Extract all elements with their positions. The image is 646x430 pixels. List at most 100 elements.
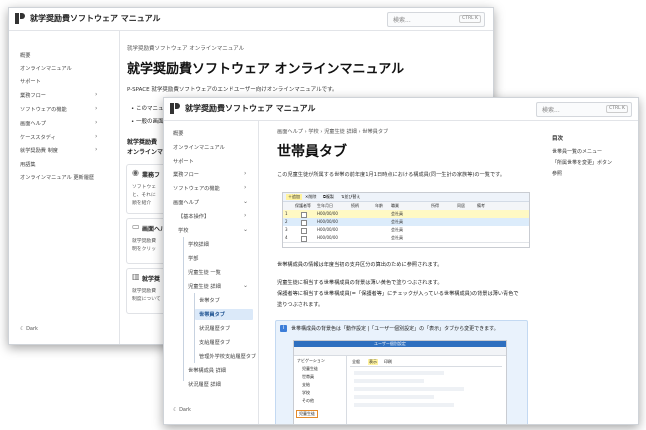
table-cell: 4 (285, 235, 288, 240)
table-header-cell: 続柄 (351, 203, 359, 208)
table-cell: 会社員 (391, 211, 403, 216)
toolbar-button[interactable]: ＋追加 (286, 194, 302, 200)
back-breadcrumb[interactable]: 就学奨励費ソフトウェア オンラインマニュアル (127, 44, 244, 52)
tree-item[interactable]: 児童生徒 (302, 366, 318, 372)
breadcrumb-item[interactable]: 児童生徒 詳細 (324, 129, 357, 135)
chevron-right-icon[interactable]: › (95, 105, 97, 112)
sidebar-item[interactable]: サポート (173, 158, 194, 165)
form-row (354, 387, 464, 391)
para-3b: 塗りつぶされます。 (277, 302, 324, 308)
sidebar-item-active[interactable]: 世帯員タブ (199, 311, 225, 318)
back-sidebar-item[interactable]: 業務フロー (20, 92, 46, 99)
chevron-right-icon[interactable]: › (244, 184, 246, 191)
breadcrumb-item[interactable]: 世帯員タブ (362, 129, 388, 135)
toc-item[interactable]: 参照 (552, 170, 562, 177)
toolbar-button[interactable]: ✕削除 (305, 194, 316, 200)
table-row[interactable]: 4 H00/00/00 会社員 (283, 234, 529, 243)
para-1: 世帯構成員の情報は年度当初の支弁区分の算出のために参照されます。 (277, 262, 443, 268)
intro-text: この児童生徒が所属する世帯の前年度1月1日時点における構成員(同一生計の家族等)… (277, 172, 506, 178)
search-input[interactable]: 検索... CTRL K (387, 12, 485, 27)
search-input[interactable]: 検索... CTRL K (536, 102, 632, 117)
back-sidebar-item[interactable]: オンラインマニュアル (20, 65, 72, 72)
info-note: i 世帯構成員の背景色は「動作設定 |「ユーザー個別設定」の「表示」タブから変更… (275, 320, 528, 424)
moon-icon: ☾ (20, 326, 25, 332)
search-placeholder: 検索... (393, 17, 411, 24)
dialog-tab[interactable]: 印刷 (384, 359, 392, 365)
card-text: 就学奨励費 (132, 239, 156, 244)
sidebar-item[interactable]: 状況履歴タブ (199, 325, 230, 332)
breadcrumb: 画面ヘルプ › 学校 › 児童生徒 詳細 › 世帯員タブ (277, 129, 389, 135)
back-sidebar-item[interactable]: サポート (20, 78, 41, 85)
sidebar-item[interactable]: 学校 (178, 227, 188, 234)
tree-item[interactable]: 世帯員 (302, 374, 314, 380)
back-sidebar-item[interactable]: 概要 (20, 52, 30, 59)
front-dark-toggle[interactable]: ☾ Dark (173, 407, 191, 413)
chevron-right-icon[interactable]: › (95, 119, 97, 126)
dialog-tab[interactable]: 全般 (352, 359, 360, 365)
chevron-right-icon[interactable]: › (95, 91, 97, 98)
toc-item[interactable]: 世帯員一覧のメニュー (552, 148, 602, 155)
back-sidebar-item[interactable]: ソフトウェアの機能 (20, 106, 67, 113)
tree-item-selected[interactable]: 児童生徒 (296, 410, 318, 418)
checkbox[interactable] (301, 236, 307, 242)
dialog-tab[interactable]: 表示 (368, 359, 378, 365)
back-sidebar-item[interactable]: オンラインマニュアル 更新履歴 (20, 174, 94, 181)
sidebar-item[interactable]: 状況履歴 詳細 (188, 381, 221, 388)
para-3a: 保護者等に相当する世帯構成員(=「保護者等」にチェックが入っている世帯構成員)の… (277, 291, 519, 297)
sidebar-item[interactable]: ソフトウェアの機能 (173, 185, 220, 192)
toc-item[interactable]: 「所属世帯を変更」ボタン (552, 159, 612, 166)
sidebar-item[interactable]: 支給履歴タブ (199, 339, 230, 346)
sidebar-item[interactable]: 【基本操作】 (178, 213, 209, 220)
back-intro: P-SPACE 就学奨励費ソフトウェアのエンドユーザー向けオンラインマニュアルで… (127, 87, 338, 93)
app-logo-icon (15, 13, 25, 24)
table-cell: 会社員 (391, 219, 403, 224)
back-sidebar-item[interactable]: 用語集 (20, 161, 36, 168)
tree-item[interactable]: その他 (302, 398, 314, 404)
table-header-cell: 同居 (457, 203, 465, 208)
sidebar-item[interactable]: 管理外学校支給履歴タブ (199, 353, 256, 360)
sidebar-item[interactable]: オンラインマニュアル (173, 144, 225, 151)
monitor-icon: ▭ (132, 222, 140, 231)
chevron-down-icon[interactable]: ⌄ (243, 226, 248, 233)
sidebar-item[interactable]: 画面ヘルプ (173, 199, 199, 206)
chevron-right-icon[interactable]: › (244, 212, 246, 219)
table-cell: 3 (285, 227, 288, 232)
chevron-right-icon[interactable]: › (95, 146, 97, 153)
back-dark-toggle[interactable]: ☾ Dark (20, 326, 38, 332)
toolbar-button[interactable]: ⧉複製 (323, 194, 334, 200)
sidebar-item[interactable]: 概要 (173, 130, 183, 137)
chevron-right-icon[interactable]: › (244, 170, 246, 177)
dialog-tree: ナビゲーション 児童生徒 世帯員 支給 学校 その他 児童生徒 (294, 356, 347, 424)
search-placeholder: 検索... (542, 107, 560, 114)
breadcrumb-item[interactable]: 画面ヘルプ (277, 129, 303, 135)
toolbar-button[interactable]: ⇅並び替え (341, 194, 360, 200)
back-topbar: 就学奨励費ソフトウェア マニュアル 検索... CTRL K (9, 8, 493, 31)
table-cell: 会社員 (391, 235, 403, 240)
sidebar-item[interactable]: 児童生徒 詳細 (188, 283, 221, 290)
tree-item[interactable]: 支給 (302, 382, 310, 388)
form-row (354, 395, 434, 399)
back-sidebar-item[interactable]: ケーススタディ (20, 134, 56, 141)
sidebar-item[interactable]: 世帯タブ (199, 297, 220, 304)
sidebar-item[interactable]: 業務フロー (173, 171, 199, 178)
sidebar-item[interactable]: 学部 (188, 255, 198, 262)
tree-guide (183, 237, 184, 381)
tree-item[interactable]: 学校 (302, 390, 310, 396)
chevron-down-icon[interactable]: ⌄ (243, 282, 248, 289)
chevron-right-icon[interactable]: › (95, 133, 97, 140)
table-cell: 2 (285, 219, 288, 224)
table-toolbar: ＋追加 ✕削除 ⧉複製 ⇅並び替え (283, 193, 529, 202)
tree-item[interactable]: ナビゲーション (297, 358, 325, 364)
clipboard-icon: ◉ (132, 168, 139, 177)
sidebar-item[interactable]: 児童生徒 一覧 (188, 269, 221, 276)
sidebar-item[interactable]: 世帯構成員 詳細 (188, 367, 226, 374)
tree-guide (194, 293, 195, 363)
back-sidebar-item[interactable]: 就学奨励費 制度 (20, 147, 58, 154)
front-window: 就学奨励費ソフトウェア マニュアル 検索... CTRL K 概要 オンラインマ… (163, 97, 639, 425)
back-page-title: 就学奨励費ソフトウェア オンラインマニュアル (127, 62, 405, 77)
chevron-down-icon[interactable]: ⌄ (243, 198, 248, 205)
back-sidebar-item[interactable]: 画面ヘルプ (20, 120, 46, 127)
breadcrumb-item[interactable]: 学校 (308, 129, 318, 135)
sidebar-item[interactable]: 学校詳細 (188, 241, 209, 248)
settings-screenshot: ユーザー個別設定 ナビゲーション 児童生徒 世帯員 支給 学校 その他 児童生徒… (293, 340, 507, 424)
